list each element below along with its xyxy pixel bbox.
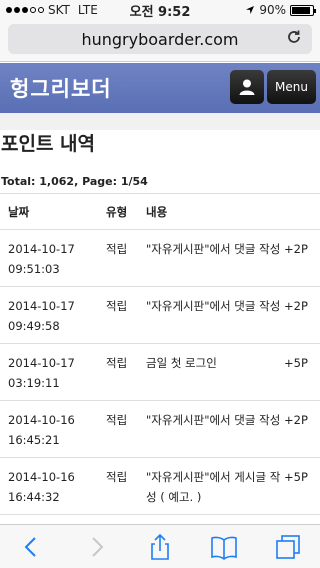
chevron-left-icon [24,536,36,557]
back-button[interactable] [12,527,52,567]
menu-button[interactable]: Menu [267,70,316,104]
table-header-row: 날짜 유형 내용 [0,193,320,230]
carrier-label: SKT [48,3,70,17]
row-type: 적립 [100,286,140,344]
row-date: 2014-10-17 03:19:11 [0,343,100,401]
row-points: +5P [284,457,320,515]
row-content: 금일 첫 로그인 [140,343,284,401]
header-divider [0,113,320,130]
table-row: 2014-10-17 09:51:03 적립 "자유게시판"에서 댓글 작성 +2… [0,229,320,287]
page-title: 포인트 내역 [1,133,96,155]
battery-icon [290,4,316,16]
clock: 오전 9:52 [129,4,191,20]
reload-icon[interactable] [286,29,302,50]
points-table: 날짜 유형 내용 2014-10-17 09:51:03 적립 "자유게시판"에서… [0,193,320,515]
chevron-right-icon [92,536,104,557]
row-content: "자유게시판"에서 댓글 작성 [140,286,284,344]
row-date: 2014-10-16 16:44:32 [0,457,100,515]
address-bar[interactable]: hungryboarder.com [8,24,312,54]
tabs-icon [276,534,300,559]
bookmarks-button[interactable] [204,527,244,567]
row-type: 적립 [100,229,140,287]
signal-icon [6,7,44,13]
header-date: 날짜 [0,193,100,230]
share-button[interactable] [140,527,180,567]
status-right: 90% [245,3,316,17]
status-left: SKT LTE [6,3,98,17]
url-text: hungryboarder.com [81,29,239,49]
book-icon [211,536,237,560]
row-points: +2P [284,400,320,458]
row-type: 적립 [100,400,140,458]
row-content: "자유게시판"에서 게시글 작성 ( 예고. ) [140,457,284,515]
table-row: 2014-10-17 09:49:58 적립 "자유게시판"에서 댓글 작성 +2… [0,286,320,344]
row-points: +2P [284,229,320,287]
row-points: +2P [284,286,320,344]
network-label: LTE [77,3,98,17]
status-bar: SKT LTE 오전 9:52 90% [0,0,320,20]
row-points: +5P [284,343,320,401]
forward-button[interactable] [76,527,116,567]
table-row: 2014-10-16 16:44:32 적립 "자유게시판"에서 게시글 작성 (… [0,457,320,515]
user-button[interactable] [230,70,264,104]
row-content: "자유게시판"에서 댓글 작성 [140,400,284,458]
table-row: 2014-10-17 03:19:11 적립 금일 첫 로그인 +5P [0,343,320,401]
share-icon [151,533,169,560]
location-icon [246,6,255,14]
header-content: 내용 [140,193,284,230]
row-type: 적립 [100,457,140,515]
browser-chrome: hungryboarder.com [0,20,320,62]
row-date: 2014-10-17 09:49:58 [0,286,100,344]
tabs-button[interactable] [268,527,308,567]
browser-toolbar [0,524,320,568]
row-type: 적립 [100,343,140,401]
points-summary: Total: 1,062, Page: 1/54 [1,175,148,188]
site-header: 헝그리보더 Menu [0,63,320,113]
user-icon [239,79,255,95]
header-points [284,193,320,230]
row-date: 2014-10-16 16:45:21 [0,400,100,458]
site-logo[interactable]: 헝그리보더 [10,73,112,103]
row-date: 2014-10-17 09:51:03 [0,229,100,287]
header-type: 유형 [100,193,140,230]
row-content: "자유게시판"에서 댓글 작성 [140,229,284,287]
battery-percent: 90% [259,3,286,17]
table-row: 2014-10-16 16:45:21 적립 "자유게시판"에서 댓글 작성 +2… [0,400,320,458]
